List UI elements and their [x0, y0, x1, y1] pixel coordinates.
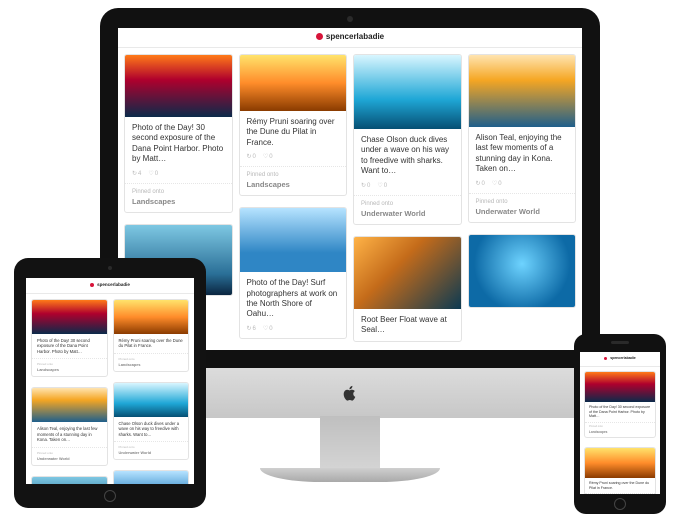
like-icon[interactable]: ♡0 [148, 170, 159, 177]
like-icon[interactable]: ♡0 [263, 153, 274, 160]
pinned-onto-label: Pinned onto [361, 201, 454, 207]
pin-title: Alison Teal, enjoying the last few momen… [37, 426, 102, 442]
iphone-device: spencerlabadie Photo of the Day! 30 seco… [574, 334, 666, 514]
like-icon[interactable]: ♡0 [377, 182, 388, 189]
pin-card[interactable] [31, 476, 108, 484]
like-icon[interactable]: ♡0 [263, 325, 274, 332]
pin-card[interactable]: Photo of the Day! Surf photographers at … [239, 207, 348, 339]
pin-title: Rémy Pruni soaring over the Dune du Pila… [589, 481, 651, 490]
board-header: spencerlabadie [580, 352, 660, 367]
pin-meta: ↻0 ♡0 [476, 180, 569, 187]
underwater-dive-image[interactable] [354, 55, 461, 129]
pin-meta: ↻6 ♡0 [247, 325, 340, 332]
board-link[interactable]: Landscapes [589, 430, 651, 434]
pin-title: Alison Teal, enjoying the last few momen… [476, 133, 569, 175]
like-icon[interactable]: ♡0 [492, 180, 503, 187]
header-username[interactable]: spencerlabadie [610, 356, 635, 360]
pin-grid: Photo of the Day! 30 second exposure of … [26, 294, 194, 484]
pin-title: Photo of the Day! Surf photographers at … [247, 278, 340, 320]
pinned-onto-label: Pinned onto [476, 199, 569, 205]
pinned-onto-label: Pinned onto [37, 362, 102, 366]
repin-icon[interactable]: ↻6 [247, 325, 257, 332]
pinned-onto-label: Pinned onto [132, 189, 225, 195]
pin-title: Root Beer Float wave at Seal… [361, 315, 454, 336]
board-header: spencerlabadie [26, 278, 194, 294]
pinned-onto-label: Pinned onto [119, 357, 184, 361]
brand-dot-icon [90, 283, 94, 287]
pin-meta: ↻0 ♡0 [247, 153, 340, 160]
wave-barrel-image[interactable] [354, 237, 461, 309]
pin-meta: ↻4 ♡0 [132, 170, 225, 177]
pinned-onto-label: Pinned onto [247, 172, 340, 178]
pin-card[interactable]: Rémy Pruni soaring over the Dune du Pila… [113, 299, 190, 372]
pin-title: Chase Olson duck dives under a wave on h… [361, 135, 454, 177]
ipad-home-button[interactable] [104, 490, 116, 502]
board-link[interactable]: Landscapes [132, 197, 225, 206]
pin-title: Photo of the Day! 30 second exposure of … [132, 123, 225, 165]
brand-dot-icon [316, 33, 323, 40]
imac-stand-neck [320, 416, 380, 474]
repin-icon[interactable]: ↻4 [132, 170, 142, 177]
pin-title: Photo of the Day! 30 second exposure of … [37, 338, 102, 354]
board-link[interactable]: Landscapes [247, 180, 340, 189]
sunset-pier-image[interactable] [32, 300, 107, 334]
pin-card[interactable]: Alison Teal, enjoying the last few momen… [468, 54, 577, 223]
pinned-onto-label: Pinned onto [119, 445, 184, 449]
header-username[interactable]: spencerlabadie [97, 282, 130, 287]
pin-card[interactable]: Photo of the Day! 30 second exposure of … [31, 299, 108, 377]
board-link[interactable]: Underwater World [37, 457, 102, 461]
pin-card[interactable]: Chase Olson duck dives under a wave on h… [113, 382, 190, 460]
imac-camera [347, 16, 353, 22]
pin-title: Photo of the Day! 30 second exposure of … [589, 405, 651, 419]
dune-sunset-image[interactable] [585, 448, 655, 478]
ipad-camera [108, 266, 112, 270]
header-username[interactable]: spencerlabadie [326, 32, 384, 41]
surf-blue-image[interactable] [32, 477, 107, 484]
kona-wave-image[interactable] [32, 388, 107, 422]
pin-title: Chase Olson duck dives under a wave on h… [119, 421, 184, 437]
iphone-speaker [611, 341, 629, 344]
board-header: spencerlabadie [118, 28, 582, 48]
repin-icon[interactable]: ↻0 [247, 153, 257, 160]
underwater-dive-image[interactable] [114, 383, 189, 417]
pin-grid: Photo of the Day! 30 second exposure of … [580, 367, 660, 494]
pin-card[interactable]: Alison Teal, enjoying the last few momen… [31, 387, 108, 465]
repin-icon[interactable]: ↻0 [361, 182, 371, 189]
brand-dot-icon [604, 357, 607, 360]
surf-photographers-image[interactable] [240, 208, 347, 272]
pin-card[interactable]: Rémy Pruni soaring over the Dune du Pila… [239, 54, 348, 196]
board-link[interactable]: Underwater World [476, 207, 569, 216]
sunset-pier-image[interactable] [585, 372, 655, 402]
pin-card[interactable]: Photo of the Day! 30 second exposure of … [584, 371, 656, 438]
pin-card[interactable]: Root Beer Float wave at Seal… [353, 236, 462, 343]
kona-wave-image[interactable] [469, 55, 576, 127]
apple-logo-icon [341, 384, 359, 402]
pinned-onto-label: Pinned onto [37, 451, 102, 455]
pin-card[interactable]: Rémy Pruni soaring over the Dune du Pila… [584, 447, 656, 494]
board-link[interactable]: Underwater World [361, 209, 454, 218]
ipad-device: spencerlabadie Photo of the Day! 30 seco… [14, 258, 206, 508]
surf-photographers-image[interactable] [114, 471, 189, 484]
dune-sunset-image[interactable] [240, 55, 347, 111]
board-link[interactable]: Underwater World [119, 451, 184, 455]
sunset-pier-image[interactable] [125, 55, 232, 117]
imac-stand-foot [260, 468, 440, 482]
pin-card[interactable]: Photo of the Day! Surf photographers at … [113, 470, 190, 484]
pin-card[interactable]: Chase Olson duck dives under a wave on h… [353, 54, 462, 225]
pin-card[interactable] [468, 234, 577, 308]
pin-title: Rémy Pruni soaring over the Dune du Pila… [247, 117, 340, 148]
blue-pool-image[interactable] [469, 235, 576, 307]
repin-icon[interactable]: ↻0 [476, 180, 486, 187]
pinned-onto-label: Pinned onto [589, 425, 651, 428]
iphone-screen: spencerlabadie Photo of the Day! 30 seco… [580, 352, 660, 494]
board-link[interactable]: Landscapes [119, 363, 184, 367]
pin-title: Rémy Pruni soaring over the Dune du Pila… [119, 338, 184, 349]
dune-sunset-image[interactable] [114, 300, 189, 334]
iphone-home-button[interactable] [614, 498, 626, 510]
ipad-screen: spencerlabadie Photo of the Day! 30 seco… [26, 278, 194, 484]
pin-card[interactable]: Photo of the Day! 30 second exposure of … [124, 54, 233, 213]
board-link[interactable]: Landscapes [37, 368, 102, 372]
pin-meta: ↻0 ♡0 [361, 182, 454, 189]
